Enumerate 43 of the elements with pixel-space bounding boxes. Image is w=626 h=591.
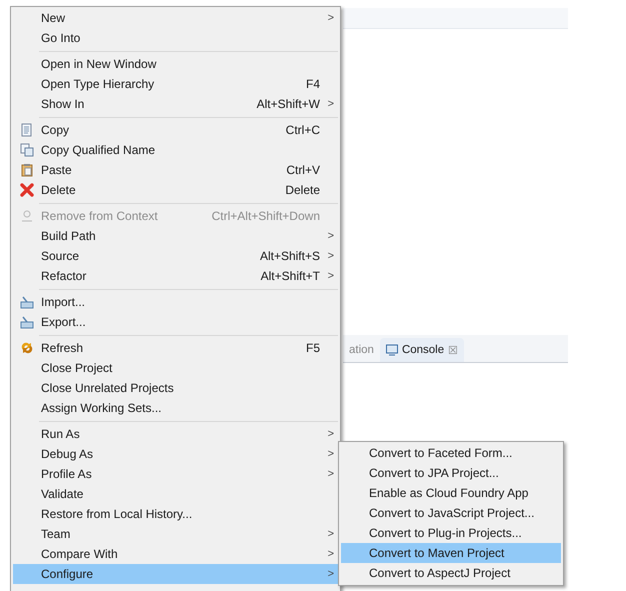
menu-item[interactable]: Profile As > [13,464,338,484]
menu-item[interactable]: Close Unrelated Projects [13,378,338,398]
menu-item[interactable]: Convert to Maven Project [341,543,561,563]
menu-item[interactable]: Open Type Hierarchy F4 [13,74,338,94]
menu-item[interactable]: Export... [13,312,338,332]
menu-item[interactable]: Copy Qualified Name [13,140,338,160]
document-icon [20,123,34,137]
menu-item[interactable]: Configure > [13,564,338,584]
pin-icon [20,209,34,223]
documents-icon [20,143,34,157]
menu-item[interactable]: Refactor Alt+Shift+T > [13,266,338,286]
menu-item[interactable]: Open in New Window [13,54,338,74]
delete-icon [20,183,34,197]
menu-item[interactable]: Close Project [13,358,338,378]
menu-item[interactable]: Source Alt+Shift+S > [13,246,338,266]
view-tab[interactable]: Console ☒ [380,338,464,362]
menu-item[interactable]: New > [13,8,338,28]
menu-item[interactable]: Assign Working Sets... [13,398,338,418]
menu-item[interactable]: Convert to Faceted Form... [341,443,561,463]
menu-item[interactable]: Go Into [13,28,338,48]
menu-item[interactable]: Restore from Local History... [13,504,338,524]
refresh-icon [20,341,34,355]
export-icon [20,315,34,329]
import-icon [20,295,34,309]
menu-item[interactable]: Copy Ctrl+C [13,120,338,140]
monitor-icon [386,344,398,356]
menu-item[interactable]: Enable as Cloud Foundry App [341,483,561,503]
menu-item[interactable]: Debug As > [13,444,338,464]
menu-item[interactable]: Compare With > [13,544,338,564]
menu-item[interactable]: Refresh F5 [13,338,338,358]
menu-item[interactable]: Team > [13,524,338,544]
menu-item[interactable]: Import... [13,292,338,312]
clipboard-icon [20,163,34,177]
menu-item[interactable]: Build Path > [13,226,338,246]
menu-item[interactable]: Convert to AspectJ Project [341,563,561,583]
menu-item[interactable]: Convert to JPA Project... [341,463,561,483]
menu-item[interactable]: Convert to Plug-in Projects... [341,523,561,543]
menu-item[interactable]: Paste Ctrl+V [13,160,338,180]
menu-item[interactable]: Run As > [13,424,338,444]
menu-item[interactable]: Show In Alt+Shift+W > [13,94,338,114]
menu-item[interactable]: Convert to JavaScript Project... [341,503,561,523]
menu-item[interactable]: Validate [13,484,338,504]
menu-item[interactable]: Delete Delete [13,180,338,200]
